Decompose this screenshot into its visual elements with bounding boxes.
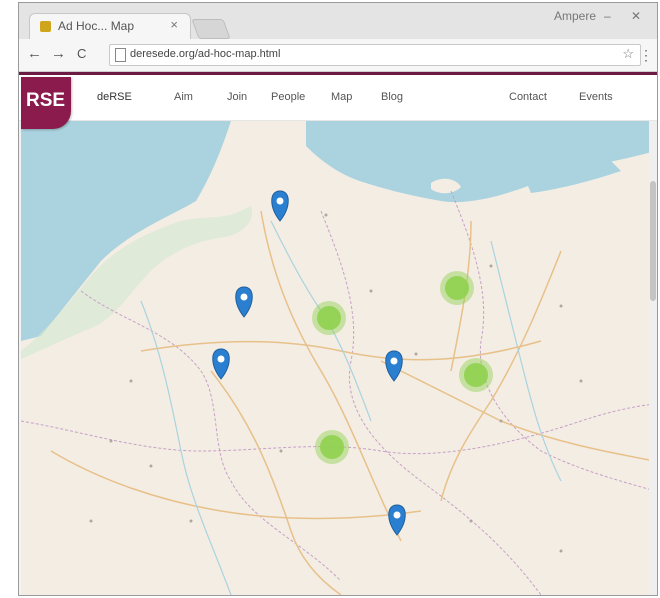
address-bar[interactable]: deresede.org/ad-hoc-map.html ☆	[109, 44, 641, 66]
cluster-3[interactable]	[459, 358, 493, 392]
address-url[interactable]: deresede.org/ad-hoc-map.html	[130, 48, 280, 60]
nav-map[interactable]: Map	[331, 91, 352, 103]
nav-contact[interactable]: Contact	[509, 91, 547, 103]
nav-events[interactable]: Events	[579, 91, 613, 103]
reload-icon[interactable]: C	[77, 46, 86, 61]
browser-titlebar: Ad Hoc... Map × Ampere – ✕	[19, 3, 657, 40]
new-tab-button[interactable]	[191, 19, 231, 39]
back-icon[interactable]: ←	[27, 45, 42, 62]
browser-toolbar: ← → C deresede.org/ad-hoc-map.html ☆ ⋮	[19, 39, 657, 72]
brand-link[interactable]: deRSE	[97, 91, 132, 103]
tab-close-icon[interactable]: ×	[170, 17, 178, 32]
logo-text: RSE	[26, 90, 66, 111]
browser-tab[interactable]: Ad Hoc... Map ×	[29, 13, 191, 40]
browser-menu-icon[interactable]: ⋮	[639, 47, 653, 64]
nav-people[interactable]: People	[271, 91, 305, 103]
nav-aim[interactable]: Aim	[174, 91, 193, 103]
page-scrollbar[interactable]	[649, 121, 657, 595]
tab-title: Ad Hoc... Map	[58, 19, 135, 33]
bookmark-star-icon[interactable]: ☆	[622, 46, 634, 62]
map-canvas[interactable]	[21, 121, 655, 595]
rse-logo[interactable]: RSE	[21, 77, 71, 129]
cluster-4[interactable]	[315, 430, 349, 464]
favicon-icon	[40, 21, 51, 32]
close-window-icon[interactable]: ✕	[631, 9, 641, 23]
profile-name[interactable]: Ampere	[554, 9, 596, 23]
page-icon	[115, 48, 126, 62]
map-view[interactable]	[21, 121, 655, 595]
cluster-1[interactable]	[440, 271, 474, 305]
nav-join[interactable]: Join	[227, 91, 247, 103]
cluster-2[interactable]	[312, 301, 346, 335]
browser-window: Ad Hoc... Map × Ampere – ✕ ← → C deresed…	[18, 2, 658, 596]
nav-blog[interactable]: Blog	[381, 91, 403, 103]
forward-icon[interactable]: →	[51, 45, 66, 62]
minimize-icon[interactable]: –	[604, 9, 611, 23]
scrollbar-thumb[interactable]	[650, 181, 656, 301]
